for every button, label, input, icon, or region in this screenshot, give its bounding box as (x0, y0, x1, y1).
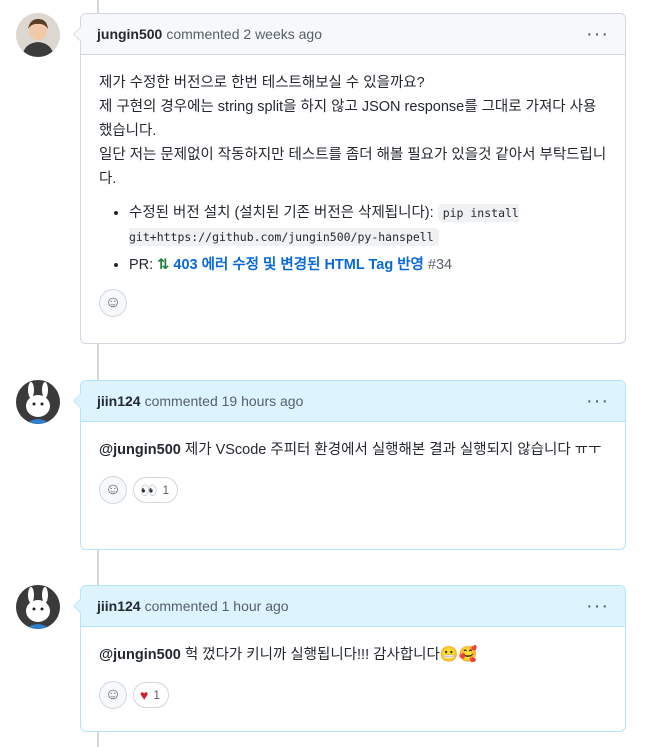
list-item: 수정된 버전 설치 (설치된 기존 버전은 삭제됩니다): pip instal… (129, 201, 607, 249)
user-mention[interactable]: @jungin500 (99, 647, 181, 663)
comment-text: 제가 VScode 주피터 환경에서 실행해본 결과 실행되지 않습니다 ㅠㅜ (184, 442, 602, 458)
reaction-count: 1 (162, 483, 170, 497)
eyes-emoji-icon: 👀 (140, 481, 158, 498)
heart-emoji-icon: ♥ (140, 687, 149, 703)
comment-timestamp[interactable]: commented 2 weeks ago (166, 26, 322, 42)
comment-text: 헉 껐다가 키니까 실행됩니다!!! 감사합니다 (184, 647, 440, 663)
author-link[interactable]: jiin124 (97, 393, 141, 409)
paragraph: @jungin500 헉 껐다가 키니까 실행됩니다!!! 감사합니다😬🥰 (99, 643, 607, 667)
bullet-list: 수정된 버전 설치 (설치된 기존 버전은 삭제됩니다): pip instal… (99, 201, 607, 277)
reaction-eyes[interactable]: 👀 1 (133, 477, 179, 503)
avatar-jiin124[interactable] (16, 585, 60, 629)
comment-box: jiin124 commented 1 hour ago ··· @jungin… (73, 585, 626, 732)
pr-label: PR: (129, 257, 154, 273)
pr-number[interactable]: #34 (428, 257, 452, 273)
comment-body: @jungin500 제가 VScode 주피터 환경에서 실행해본 결과 실행… (81, 422, 625, 470)
add-reaction-smiley-icon[interactable]: ☺ (99, 681, 127, 709)
author-link[interactable]: jiin124 (97, 598, 141, 614)
more-options-icon[interactable]: ··· (586, 24, 609, 44)
author-link[interactable]: jungin500 (97, 26, 162, 42)
reaction-heart[interactable]: ♥ 1 (133, 682, 169, 708)
comment-timestamp[interactable]: commented 1 hour ago (145, 598, 289, 614)
more-options-icon[interactable]: ··· (586, 596, 609, 616)
paragraph: @jungin500 제가 VScode 주피터 환경에서 실행해본 결과 실행… (99, 438, 607, 462)
list-item: PR: ⇅ 403 에러 수정 및 변경된 HTML Tag 반영 #34 (129, 253, 607, 277)
smiling-hearts-emoji-icon: 🥰 (458, 646, 478, 663)
paragraph: 일단 저는 문제없이 작동하지만 테스트를 좀더 해볼 필요가 있을것 같아서 … (99, 147, 607, 187)
pull-request-icon: ⇅ (157, 257, 170, 273)
avatar-jungin500[interactable] (16, 13, 60, 57)
avatar-jiin124[interactable] (16, 380, 60, 424)
paragraph: 제 구현의 경우에는 string split을 하지 않고 JSON resp… (99, 99, 597, 139)
comment-header: jiin124 commented 19 hours ago ··· (81, 381, 625, 422)
more-options-icon[interactable]: ··· (586, 391, 609, 411)
install-label: 수정된 버전 설치 (설치된 기존 버전은 삭제됩니다): (129, 205, 434, 221)
comment-header: jiin124 commented 1 hour ago ··· (81, 586, 625, 627)
paragraph: 제가 수정한 버전으로 한번 테스트해보실 수 있을까요? (99, 75, 425, 91)
pr-link[interactable]: 403 에러 수정 및 변경된 HTML Tag 반영 (173, 257, 424, 273)
comment-box: jungin500 commented 2 weeks ago ··· 제가 수… (73, 13, 626, 344)
comment-header: jungin500 commented 2 weeks ago ··· (81, 14, 625, 55)
user-mention[interactable]: @jungin500 (99, 442, 181, 458)
grimacing-emoji-icon: 😬 (439, 646, 459, 663)
reaction-count: 1 (153, 688, 160, 702)
comment-box: jiin124 commented 19 hours ago ··· @jung… (73, 380, 626, 550)
reactions-bar: ☺ (81, 289, 625, 331)
add-reaction-smiley-icon[interactable]: ☺ (99, 476, 127, 504)
reactions-bar: ☺ ♥ 1 (81, 675, 625, 723)
reactions-bar: ☺ 👀 1 (81, 470, 625, 518)
comment-body: 제가 수정한 버전으로 한번 테스트해보실 수 있을까요? 제 구현의 경우에는… (81, 55, 625, 289)
comment-body: @jungin500 헉 껐다가 키니까 실행됩니다!!! 감사합니다😬🥰 (81, 627, 625, 675)
comment-timestamp[interactable]: commented 19 hours ago (145, 393, 304, 409)
add-reaction-smiley-icon[interactable]: ☺ (99, 289, 127, 317)
